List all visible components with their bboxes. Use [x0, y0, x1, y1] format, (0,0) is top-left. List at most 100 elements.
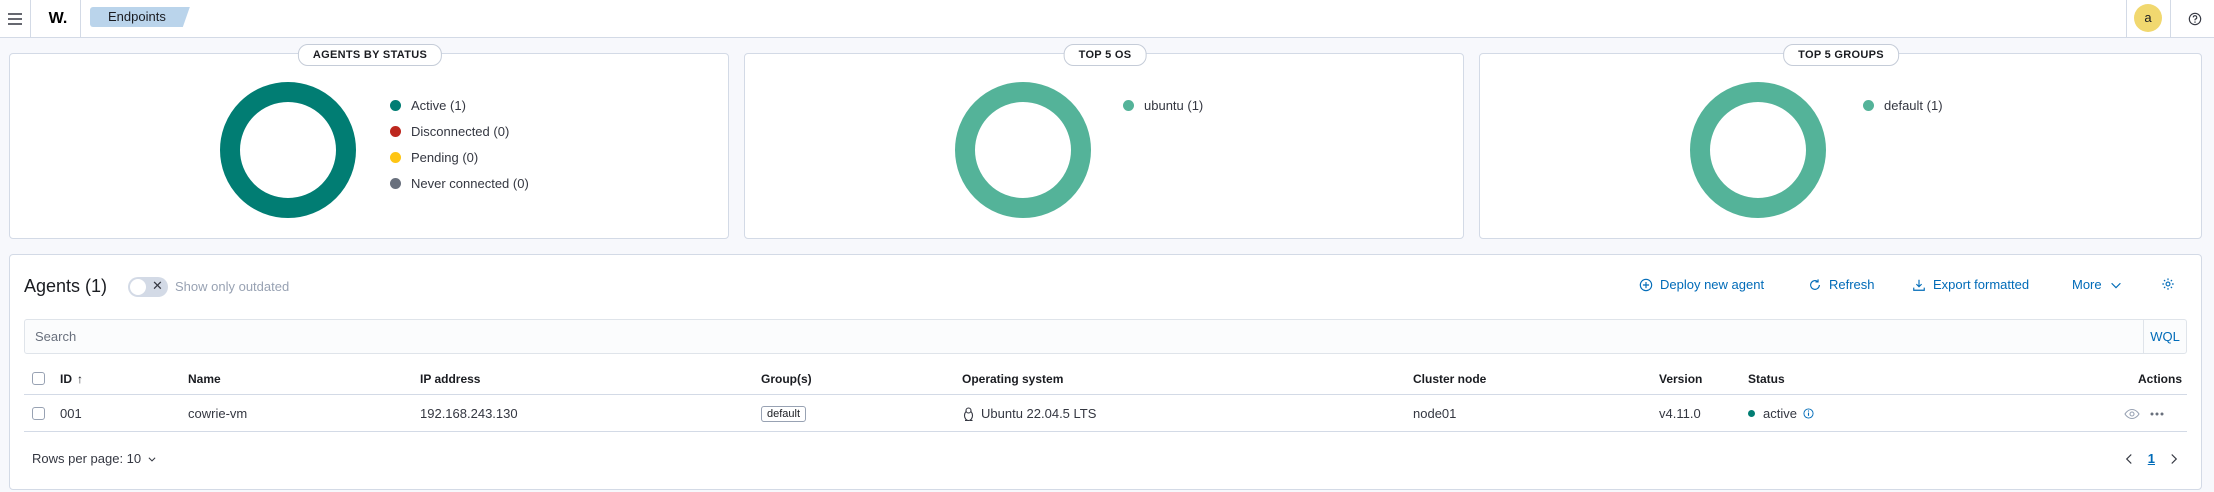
row-checkbox-cell: [32, 396, 45, 431]
app-logo[interactable]: W.: [36, 0, 80, 37]
chevron-left-icon[interactable]: [2124, 453, 2134, 465]
agents-status-donut: [220, 82, 356, 218]
status-legend: Active (1) Disconnected (0) Pending (0) …: [390, 92, 529, 196]
legend-item-pending[interactable]: Pending (0): [390, 144, 529, 170]
export-button[interactable]: Export formatted: [1912, 277, 2029, 292]
pagination: 1: [2124, 451, 2179, 466]
chevron-right-icon[interactable]: [2169, 453, 2179, 465]
legend-item-default[interactable]: default (1): [1863, 92, 1943, 118]
column-header-os[interactable]: Operating system: [962, 363, 1063, 394]
column-header-ip[interactable]: IP address: [420, 363, 480, 394]
toggle-label: Show only outdated: [175, 279, 290, 294]
donut-slice-ubuntu[interactable]: [955, 82, 1091, 218]
select-all-checkbox-cell: [32, 363, 45, 394]
agent-node: node01: [1413, 406, 1457, 421]
breadcrumb[interactable]: Endpoints: [90, 7, 190, 27]
select-all-checkbox[interactable]: [32, 372, 45, 385]
refresh-label: Refresh: [1829, 277, 1875, 292]
legend-item-never-connected[interactable]: Never connected (0): [390, 170, 529, 196]
agents-by-status-panel: AGENTS BY STATUS Active (1) Disconnected…: [9, 44, 729, 239]
table-row[interactable]: 001 cowrie-vm 192.168.243.130 default Ub…: [24, 396, 2187, 432]
download-icon: [1913, 279, 1925, 291]
avatar[interactable]: a: [2134, 4, 2162, 32]
search-bar: WQL: [24, 319, 2187, 354]
donut-slice-active[interactable]: [220, 82, 356, 218]
deploy-label: Deploy new agent: [1660, 277, 1765, 292]
column-header-node[interactable]: Cluster node: [1413, 363, 1486, 394]
top-header: W. Endpoints a: [0, 0, 2214, 38]
legend-dot: [1123, 99, 1134, 111]
legend-label: Active (1): [411, 97, 466, 113]
view-agent-button[interactable]: [2124, 396, 2140, 431]
top-groups-donut: [1690, 82, 1826, 218]
wql-button[interactable]: WQL: [2143, 320, 2186, 353]
header-divider: [2126, 0, 2127, 37]
top-os-donut: [955, 82, 1091, 218]
agents-title: Agents (1): [24, 276, 108, 296]
status-badge: active: [1763, 406, 1797, 421]
agents-panel: Agents (1) ✕ Show only outdated Deploy n…: [9, 254, 2202, 490]
row-more-button[interactable]: [2150, 396, 2164, 431]
sort-up-icon: ↑: [77, 371, 83, 386]
legend-dot: [390, 151, 401, 163]
chevron-down-icon: [148, 456, 156, 462]
agent-os-cell: Ubuntu 22.04.5 LTS: [962, 396, 1096, 431]
legend-label: Never connected (0): [411, 175, 529, 191]
more-label: More: [2072, 277, 2102, 292]
deploy-agent-button[interactable]: Deploy new agent: [1639, 277, 1764, 292]
legend-label: Disconnected (0): [411, 123, 510, 139]
column-header-groups[interactable]: Group(s): [761, 363, 812, 394]
menu-icon[interactable]: [0, 0, 30, 37]
legend-dot: [390, 177, 401, 189]
agent-group-cell: default: [761, 396, 807, 431]
refresh-button[interactable]: Refresh: [1808, 277, 1875, 292]
refresh-icon: [1810, 278, 1820, 290]
header-divider: [2170, 0, 2171, 37]
legend-item-ubuntu[interactable]: ubuntu (1): [1123, 92, 1203, 118]
top-os-panel: TOP 5 OS ubuntu (1): [744, 44, 1464, 239]
export-label: Export formatted: [1933, 277, 2030, 292]
search-input[interactable]: [25, 320, 2137, 353]
info-icon[interactable]: [1803, 408, 1814, 419]
legend-label: default (1): [1884, 97, 1943, 113]
legend-item-active[interactable]: Active (1): [390, 92, 529, 118]
row-checkbox[interactable]: [32, 407, 45, 420]
legend-dot: [390, 99, 401, 111]
agent-ip: 192.168.243.130: [420, 406, 518, 421]
agent-os: Ubuntu 22.04.5 LTS: [981, 406, 1097, 421]
eye-icon: [2124, 408, 2140, 419]
column-header-actions: Actions: [2138, 371, 2183, 386]
page-number[interactable]: 1: [2148, 451, 2155, 466]
legend-dot: [1863, 99, 1874, 111]
rows-per-page-select[interactable]: Rows per page: 10: [32, 451, 157, 466]
status-dot: [1748, 410, 1755, 417]
panel-title: TOP 5 OS: [1063, 44, 1147, 66]
column-header-id[interactable]: ID ↑: [60, 363, 83, 394]
legend-label: ubuntu (1): [1144, 97, 1204, 113]
legend-item-disconnected[interactable]: Disconnected (0): [390, 118, 529, 144]
legend-dot: [390, 125, 401, 137]
agent-id: 001: [60, 406, 82, 421]
column-header-version[interactable]: Version: [1659, 363, 1702, 394]
gear-icon: [2162, 278, 2174, 290]
settings-button[interactable]: [2161, 277, 2175, 291]
table-header: ID ↑ Name IP address Group(s) Operating s…: [24, 363, 2187, 395]
more-button[interactable]: More: [2072, 277, 2123, 292]
ellipsis-icon: [2150, 412, 2164, 415]
os-legend: ubuntu (1): [1123, 92, 1203, 118]
column-label: ID: [60, 371, 72, 386]
header-divider: [80, 0, 81, 37]
column-header-name[interactable]: Name: [188, 363, 221, 394]
panel-title: AGENTS BY STATUS: [297, 44, 443, 66]
help-icon[interactable]: [2180, 0, 2210, 37]
agent-version: v4.11.0: [1659, 406, 1701, 421]
donut-slice-default[interactable]: [1690, 82, 1826, 218]
group-badge[interactable]: default: [761, 405, 807, 422]
rows-per-page-label: Rows per page: 10: [32, 451, 142, 466]
groups-legend: default (1): [1863, 92, 1943, 118]
outdated-toggle[interactable]: ✕: [128, 277, 168, 297]
top-groups-panel: TOP 5 GROUPS default (1): [1479, 44, 2202, 239]
agent-name: cowrie-vm: [188, 406, 248, 421]
column-header-status[interactable]: Status: [1748, 363, 1785, 394]
legend-label: Pending (0): [411, 149, 479, 165]
